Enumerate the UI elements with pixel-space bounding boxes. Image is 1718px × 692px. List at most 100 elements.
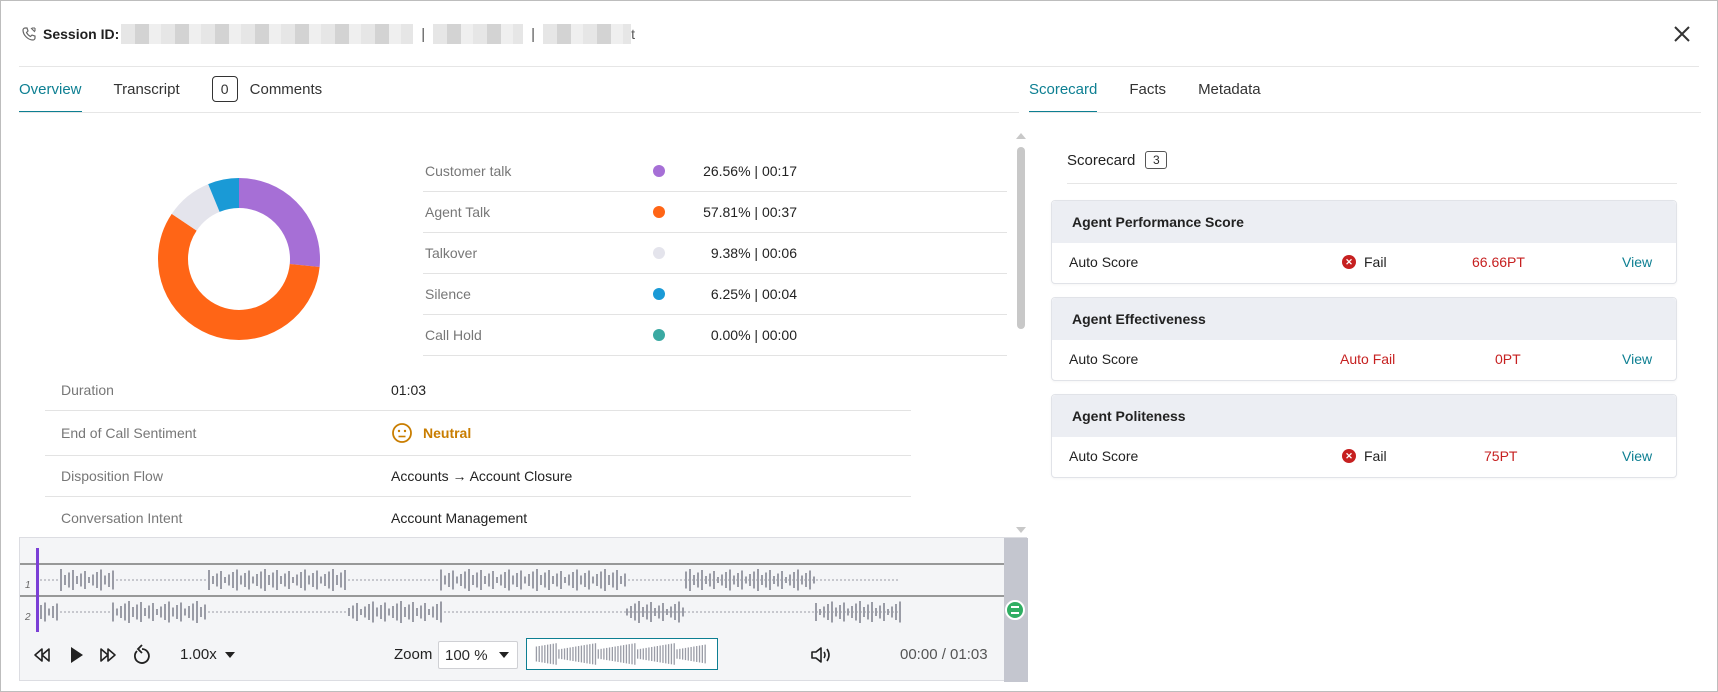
wave-bar: [504, 572, 506, 588]
talk-value: 9.38% | 00:06: [710, 245, 797, 261]
wave-bar: [136, 604, 138, 620]
fail-icon: ✕: [1342, 255, 1356, 269]
view-link[interactable]: View: [1622, 351, 1652, 367]
wave-bar: [244, 573, 246, 587]
wave-bar: [88, 577, 90, 583]
wave-bar: [827, 604, 829, 620]
wave-bar: [689, 569, 691, 591]
wave-bar: [556, 573, 558, 587]
minimap-bar: [583, 645, 585, 663]
minimap-bar: [594, 643, 597, 665]
tab-comments-label: Comments: [249, 80, 323, 98]
channel-1-wave: [40, 569, 900, 591]
wave-bar: [729, 569, 731, 591]
wave-bar: [112, 602, 114, 622]
wave-bar: [721, 574, 723, 586]
minimap-bar: [634, 643, 636, 665]
legend-dot: [653, 206, 665, 218]
wave-bar: [352, 605, 354, 619]
view-link[interactable]: View: [1622, 254, 1652, 270]
wave-bar: [240, 575, 242, 585]
talk-donut-chart: [158, 178, 320, 340]
view-link[interactable]: View: [1622, 448, 1652, 464]
zoom-select[interactable]: 100 %: [438, 641, 518, 669]
wave-bar: [733, 575, 735, 585]
tab-comments[interactable]: 0 Comments: [211, 67, 323, 113]
wave-bar: [773, 576, 775, 584]
play-icon[interactable]: [66, 645, 86, 665]
legend-dot: [653, 329, 665, 341]
minimap-bar: [684, 647, 687, 661]
wave-bar: [112, 570, 114, 590]
wave-bar: [132, 607, 134, 617]
info-label: Disposition Flow: [61, 468, 163, 484]
score-row: Auto Score ✕ Fail 75PT View: [1052, 437, 1676, 477]
info-label: Conversation Intent: [61, 509, 183, 526]
waveform-minimap[interactable]: [526, 638, 718, 670]
replay-icon[interactable]: [132, 644, 152, 666]
scroll-down-icon[interactable]: [1016, 527, 1026, 533]
wave-bar: [899, 601, 901, 623]
minimap-bar: [631, 643, 633, 665]
wave-bar: [697, 572, 699, 588]
wave-bar: [336, 575, 338, 585]
wave-bar: [646, 604, 648, 620]
waveform-scroll-handle[interactable]: [1005, 600, 1025, 620]
fast-forward-icon[interactable]: [98, 646, 118, 664]
minimap-bar: [566, 647, 568, 661]
tab-metadata[interactable]: Metadata: [1198, 67, 1261, 113]
wave-bar: [324, 574, 326, 586]
player-controls: 1.00x Zoom 100 % 00:00 / 01:03: [20, 632, 1004, 680]
tab-scorecard[interactable]: Scorecard: [1029, 67, 1098, 113]
talk-label: Agent Talk: [425, 204, 491, 220]
rewind-icon[interactable]: [32, 646, 52, 664]
waveform[interactable]: 1 2: [20, 538, 1004, 632]
wave-bar: [280, 576, 282, 584]
minimap-bar: [645, 647, 647, 661]
wave-bar: [604, 569, 606, 591]
score-card-title: Agent Politeness: [1052, 395, 1676, 437]
wave-bar: [855, 603, 857, 621]
scroll-thumb[interactable]: [1017, 147, 1025, 329]
tab-facts[interactable]: Facts: [1129, 67, 1166, 113]
scroll-up-icon[interactable]: [1016, 133, 1026, 139]
wave-bar: [276, 570, 278, 590]
overview-scrollbar[interactable]: [1013, 129, 1029, 537]
right-tabs-divider: [1029, 112, 1701, 113]
wave-bar: [480, 570, 482, 590]
score-status-text: Auto Fail: [1340, 351, 1396, 367]
tab-transcript[interactable]: Transcript: [114, 67, 180, 113]
score-row-label: Auto Score: [1069, 448, 1139, 464]
minimap-bar: [592, 643, 594, 665]
wave-bar: [781, 571, 783, 589]
volume-icon[interactable]: [810, 645, 832, 665]
wave-bar: [80, 573, 82, 587]
wave-bar: [140, 602, 142, 622]
wave-bar: [228, 574, 230, 586]
wave-bar: [883, 603, 885, 621]
score-card: Agent Performance Score Auto Score ✕ Fai…: [1051, 200, 1677, 284]
wave-bar: [847, 608, 849, 616]
wave-bar: [785, 577, 787, 583]
wave-bar: [184, 608, 186, 616]
wave-bar: [516, 573, 518, 587]
wave-bar: [851, 606, 853, 618]
tab-overview[interactable]: Overview: [19, 67, 82, 113]
playback-speed-select[interactable]: 1.00x: [180, 646, 235, 663]
wave-bar: [650, 602, 652, 622]
wave-bar: [456, 576, 458, 584]
wave-bar: [156, 609, 158, 615]
playhead[interactable]: [36, 548, 39, 632]
wave-bar: [871, 602, 873, 622]
wave-bar: [392, 606, 394, 618]
minimap-bar: [575, 646, 577, 662]
wave-bar: [308, 575, 310, 585]
wave-bar: [452, 570, 454, 590]
close-icon[interactable]: [1671, 23, 1693, 45]
wave-bar: [745, 576, 747, 584]
wave-bar: [368, 604, 370, 620]
wave-bar: [568, 574, 570, 586]
talk-value: 26.56% | 00:17: [703, 163, 797, 179]
wave-bar: [440, 601, 442, 623]
overview-panel: Customer talk 26.56% | 00:17 Agent Talk …: [19, 129, 1019, 537]
